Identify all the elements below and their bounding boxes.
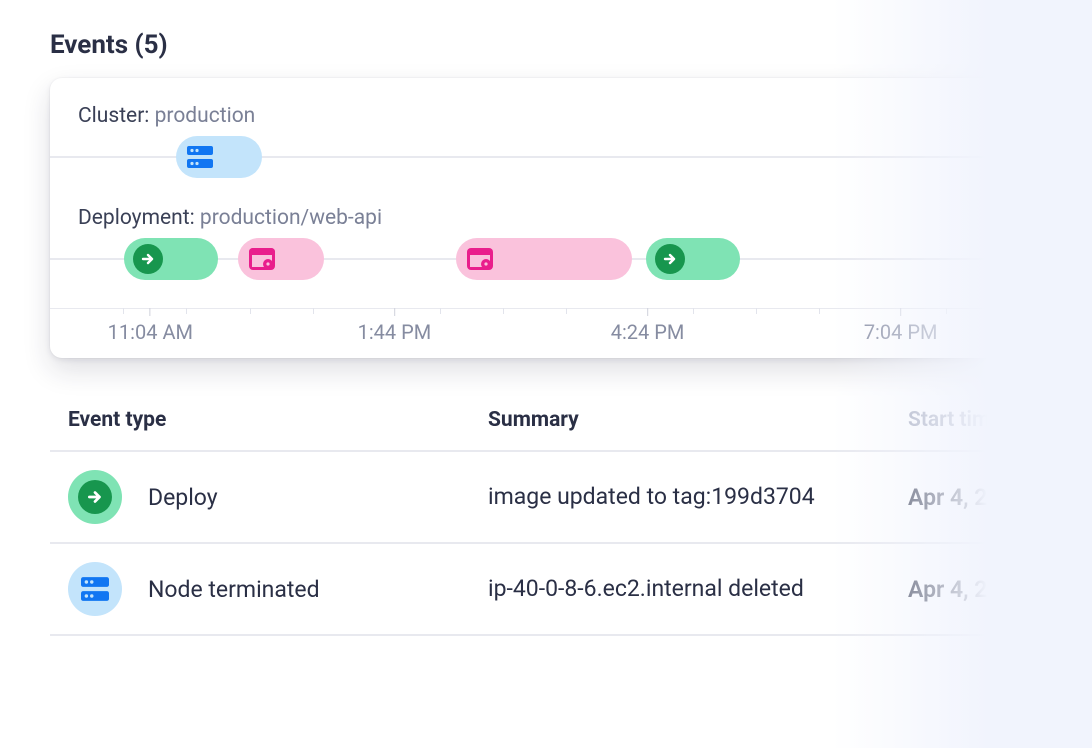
event-pill-deploy[interactable] (646, 238, 740, 280)
table-header: Event type Summary Start time (50, 394, 1090, 452)
arrow-right-icon (78, 480, 112, 514)
event-count: (5) (135, 30, 168, 60)
lane-deployment-label: Deployment: production/web-api (78, 206, 982, 230)
axis-tick: 1:44 PM (358, 320, 432, 344)
col-header-start[interactable]: Start time (908, 408, 1002, 432)
table-row[interactable]: Node terminated ip-40-0-8-6.ec2.internal… (50, 544, 1090, 636)
event-pill-deploy[interactable] (124, 238, 218, 280)
timeline-panel: Cluster: production Deployment: producti… (50, 78, 1010, 358)
server-icon (185, 142, 215, 172)
lane-cluster-label: Cluster: production (78, 104, 982, 128)
axis-tick: 4:24 PM (611, 320, 685, 344)
event-type-label: Node terminated (148, 576, 320, 603)
event-pill-config[interactable] (238, 238, 324, 280)
event-summary: image updated to tag:199d3704 (488, 481, 908, 512)
arrow-right-icon (655, 244, 685, 274)
axis-tick: 7:04 PM (864, 320, 938, 344)
events-table: Event type Summary Start time Deploy ima… (50, 394, 1090, 636)
browser-gear-icon (465, 244, 495, 274)
node-badge (68, 562, 122, 616)
timeline-axis: 11:04 AM 1:44 PM 4:24 PM 7:04 PM (78, 308, 982, 344)
lane-cluster-track[interactable] (78, 134, 982, 180)
page-title: Events (5) (50, 30, 1092, 60)
axis-tick: 11:04 AM (108, 320, 193, 344)
lane-deployment-track[interactable] (78, 236, 982, 282)
deploy-badge (68, 470, 122, 524)
event-pill-node[interactable] (176, 136, 262, 178)
event-type-label: Deploy (148, 484, 218, 511)
lane-label: Cluster: (78, 104, 149, 128)
col-header-type[interactable]: Event type (68, 408, 488, 432)
server-icon (78, 572, 112, 606)
event-summary: ip-40-0-8-6.ec2.internal deleted (488, 573, 908, 604)
title-text: Events (50, 30, 128, 60)
lane-value: production/web-api (200, 206, 382, 230)
event-pill-config[interactable] (456, 238, 632, 280)
event-start-time: Apr 4, 2024 (908, 576, 1027, 603)
col-header-summary[interactable]: Summary (488, 408, 908, 432)
lane-label: Deployment: (78, 206, 195, 230)
table-row[interactable]: Deploy image updated to tag:199d3704 Apr… (50, 452, 1090, 544)
event-start-time: Apr 4, 2024 (908, 484, 1027, 511)
lane-value: production (155, 104, 256, 128)
arrow-right-icon (133, 244, 163, 274)
browser-gear-icon (247, 244, 277, 274)
